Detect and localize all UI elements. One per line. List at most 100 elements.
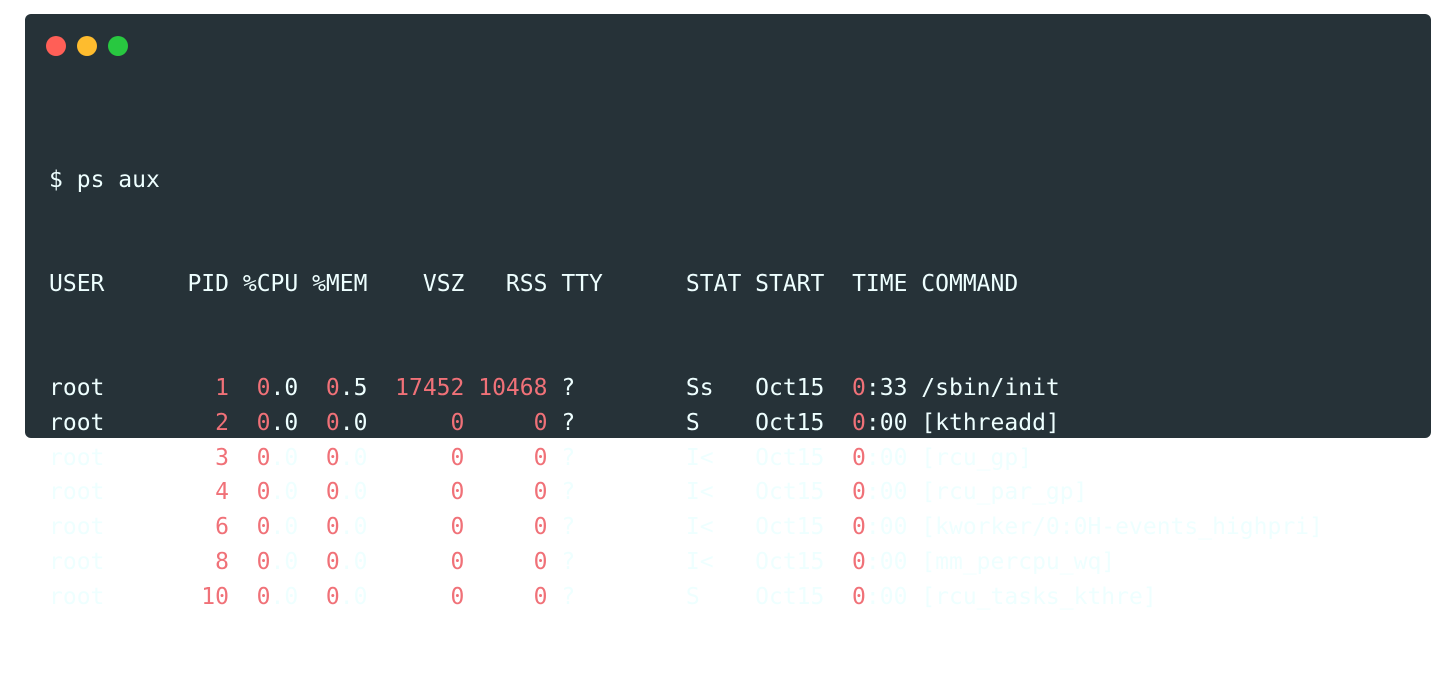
cell-tty: ?: [561, 444, 576, 471]
cell-stat: S: [685, 409, 700, 436]
cell-tty: ?: [561, 583, 576, 610]
cell-pid: 3: [215, 444, 229, 471]
cell-command: [mm_percpu_wq]: [921, 548, 1116, 575]
table-row: root 10 0.0 0.0 0 0 ? S Oct15 0:00 [rcu_tasks_…: [49, 580, 1323, 615]
table-row: root 3 0.0 0.0 0 0 ? I< Oct15 0:00 [rcu_gp]: [49, 441, 1323, 476]
header-rss: RSS: [505, 270, 548, 297]
table-row: root 1 0.0 0.5 17452 10468 ? Ss Oct15 0:33 /sb…: [49, 371, 1323, 406]
cell-mem: 0.0: [325, 409, 368, 436]
cell-time: 0:00: [852, 583, 908, 610]
window-controls: [46, 36, 128, 56]
cell-tty: ?: [561, 479, 576, 506]
cell-tty: ?: [561, 409, 576, 436]
cell-stat: S: [685, 583, 700, 610]
cell-command: [rcu_gp]: [921, 444, 1033, 471]
cell-tty: ?: [561, 375, 576, 401]
cell-time: 0:00: [852, 444, 908, 471]
header-cpu: %CPU: [242, 270, 299, 297]
cell-stat: I<: [685, 479, 714, 506]
cell-cpu: 0.0: [256, 479, 299, 506]
command-line: $ ps aux: [49, 163, 1323, 198]
cell-pid: 10: [201, 583, 229, 610]
cell-user: root: [49, 479, 105, 506]
cell-start: Oct15: [755, 479, 825, 506]
cell-vsz: 0: [450, 444, 465, 471]
cell-cpu: 0.0: [256, 444, 299, 471]
cell-vsz: 0: [450, 583, 465, 610]
cell-stat: Ss: [685, 375, 714, 401]
cell-user: root: [49, 583, 105, 610]
cell-mem: 0.0: [325, 548, 368, 575]
zoom-button-icon[interactable]: [108, 36, 128, 56]
cell-cpu: 0.0: [256, 583, 299, 610]
cell-time: 0:00: [852, 548, 908, 575]
cell-rss: 0: [533, 583, 548, 610]
header-pid: PID: [187, 270, 229, 297]
header-command: COMMAND: [921, 270, 1019, 297]
cell-user: root: [49, 514, 105, 540]
cell-mem: 0.0: [325, 583, 368, 610]
cell-start: Oct15: [755, 583, 825, 610]
cell-command: [kworker/0:0H-events_highpri]: [921, 514, 1323, 540]
header-time: TIME: [852, 270, 908, 297]
prompt-symbol: $: [49, 166, 63, 193]
cell-command: [kthreadd]: [921, 409, 1060, 436]
cell-time: 0:00: [852, 479, 908, 506]
cell-mem: 0.0: [325, 479, 368, 506]
cell-cpu: 0.0: [256, 548, 299, 575]
process-rows: root 1 0.0 0.5 17452 10468 ? Ss Oct15 0:33 /sb…: [49, 371, 1323, 614]
cell-rss: 10468: [478, 375, 548, 401]
cell-tty: ?: [561, 514, 576, 540]
table-header: USER PID %CPU %MEM VSZ RSS TTY STAT START TIME…: [49, 267, 1323, 302]
cell-pid: 8: [215, 548, 229, 575]
cell-command: [rcu_tasks_kthre]: [921, 583, 1157, 610]
cell-pid: 6: [215, 514, 229, 540]
terminal-window: $ ps aux USER PID %CPU %MEM VSZ RSS TTY STAT …: [25, 14, 1431, 610]
cell-start: Oct15: [755, 375, 825, 401]
cell-mem: 0.5: [325, 375, 368, 401]
cell-vsz: 0: [450, 548, 465, 575]
header-stat: STAT: [685, 270, 742, 297]
cell-user: root: [49, 409, 105, 436]
cell-rss: 0: [533, 479, 548, 506]
cell-mem: 0.0: [325, 444, 368, 471]
table-row: root 2 0.0 0.0 0 0 ? S Oct15 0:00 [kthreadd]: [49, 406, 1323, 441]
cell-pid: 2: [215, 409, 229, 436]
cell-user: root: [49, 548, 105, 575]
cell-user: root: [49, 375, 105, 401]
cell-stat: I<: [685, 514, 714, 540]
cell-time: 0:00: [852, 514, 908, 540]
cell-start: Oct15: [755, 514, 825, 540]
cell-rss: 0: [533, 444, 548, 471]
cell-vsz: 0: [450, 409, 465, 436]
close-button-icon[interactable]: [46, 36, 66, 56]
cell-vsz: 17452: [395, 375, 465, 401]
minimize-button-icon[interactable]: [77, 36, 97, 56]
command-text: ps aux: [76, 166, 160, 193]
cell-stat: I<: [685, 444, 714, 471]
cell-start: Oct15: [755, 409, 825, 436]
header-mem: %MEM: [312, 270, 368, 297]
cell-pid: 1: [215, 375, 229, 401]
cell-time: 0:33: [852, 375, 908, 401]
cell-rss: 0: [533, 409, 548, 436]
cell-command: /sbin/init: [921, 375, 1060, 401]
table-row: root 8 0.0 0.0 0 0 ? I< Oct15 0:00 [mm_percpu_…: [49, 545, 1323, 580]
cell-vsz: 0: [450, 514, 465, 540]
cell-pid: 4: [215, 479, 229, 506]
cell-cpu: 0.0: [256, 409, 299, 436]
header-vsz: VSZ: [422, 270, 465, 297]
terminal-output[interactable]: $ ps aux USER PID %CPU %MEM VSZ RSS TTY STAT …: [49, 93, 1323, 684]
header-start: START: [755, 270, 825, 297]
cell-rss: 0: [533, 548, 548, 575]
cell-start: Oct15: [755, 548, 825, 575]
cell-command: [rcu_par_gp]: [921, 479, 1088, 506]
cell-start: Oct15: [755, 444, 825, 471]
cell-cpu: 0.0: [256, 375, 299, 401]
table-row: root 6 0.0 0.0 0 0 ? I< Oct15 0:00 [kworker/0:…: [49, 510, 1323, 545]
header-tty: TTY: [561, 270, 603, 297]
cell-vsz: 0: [450, 479, 465, 506]
header-user: USER: [49, 270, 105, 297]
cell-stat: I<: [685, 548, 714, 575]
cell-rss: 0: [533, 514, 548, 540]
